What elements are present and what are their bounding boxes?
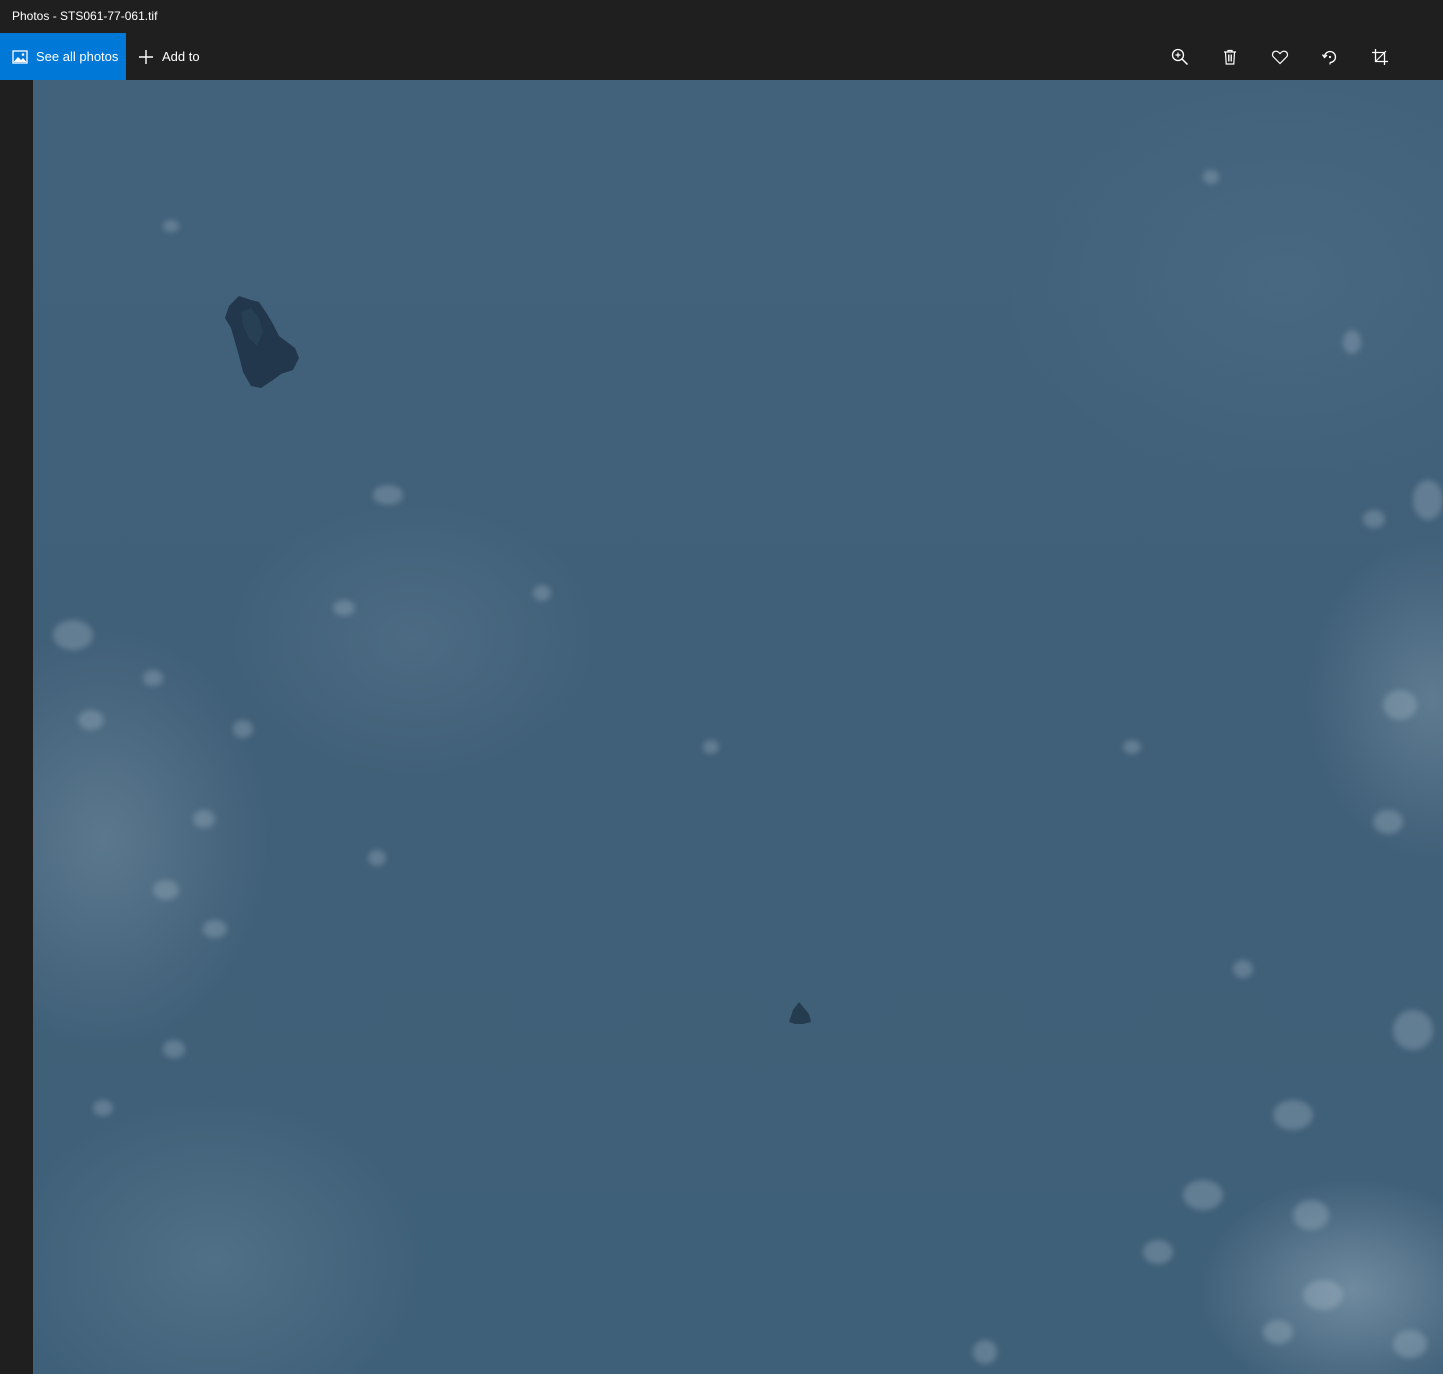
cloud-speck — [533, 585, 551, 601]
cloud-speck — [1273, 1100, 1313, 1130]
trash-icon — [1224, 49, 1236, 65]
title-bar: Photos - STS061-77-061.tif — [0, 0, 1443, 33]
zoom-in-icon — [1171, 48, 1189, 65]
delete-button[interactable] — [1205, 33, 1255, 80]
cloud-speck — [1143, 1240, 1173, 1264]
cloud-speck — [1363, 510, 1385, 528]
cloud-speck — [193, 810, 215, 828]
heart-icon — [1271, 50, 1289, 64]
cloud-speck — [1303, 1280, 1343, 1310]
crop-icon — [1372, 48, 1388, 65]
cloud-speck — [1383, 690, 1417, 720]
cloud-speck — [1393, 1010, 1433, 1050]
cloud-speck — [368, 850, 386, 866]
cloud-speck — [1263, 1320, 1293, 1344]
cloud-speck — [1343, 330, 1361, 354]
cloud-speck — [78, 710, 104, 730]
window-title: Photos - STS061-77-061.tif — [12, 9, 158, 23]
photo-icon — [12, 49, 28, 65]
rotate-icon — [1321, 50, 1337, 64]
cloud-speck — [1123, 740, 1141, 754]
favorite-button[interactable] — [1255, 33, 1305, 80]
cloud-speck — [1413, 480, 1443, 520]
cloud-speck — [373, 485, 403, 505]
left-gutter — [0, 80, 33, 1374]
cloud-speck — [153, 880, 179, 900]
add-to-button[interactable]: Add to — [126, 33, 212, 80]
rotate-button[interactable] — [1305, 33, 1355, 80]
cloud-speck — [973, 1340, 997, 1364]
cloud-speck — [1293, 1200, 1329, 1230]
cloud-speck — [1373, 810, 1403, 834]
cloud-speck — [163, 220, 179, 232]
cloud-speck — [53, 620, 93, 650]
island-shape-large — [225, 296, 299, 388]
cloud-speck — [233, 720, 253, 738]
photo-viewer-image[interactable] — [33, 80, 1443, 1374]
cloud-speck — [163, 1040, 185, 1058]
cloud-speck — [1393, 1330, 1427, 1358]
toolbar: See all photos Add to — [0, 33, 1443, 80]
zoom-button[interactable] — [1155, 33, 1205, 80]
island-shape-small — [789, 1002, 811, 1024]
cloud-speck — [203, 920, 227, 938]
cloud-speck — [143, 670, 163, 686]
cloud-speck — [333, 600, 355, 616]
see-all-photos-label: See all photos — [36, 49, 119, 64]
cloud-speck — [1203, 170, 1219, 184]
cloud-speck — [1183, 1180, 1223, 1210]
cloud-speck — [1233, 960, 1253, 978]
cloud-speck — [93, 1100, 113, 1116]
photos-app-window: Photos - STS061-77-061.tif See all photo… — [0, 0, 1443, 1374]
add-to-label: Add to — [162, 49, 200, 64]
crop-button[interactable] — [1355, 33, 1405, 80]
cloud-speck — [703, 740, 719, 754]
see-all-photos-button[interactable]: See all photos — [0, 33, 126, 80]
plus-icon — [138, 49, 154, 65]
